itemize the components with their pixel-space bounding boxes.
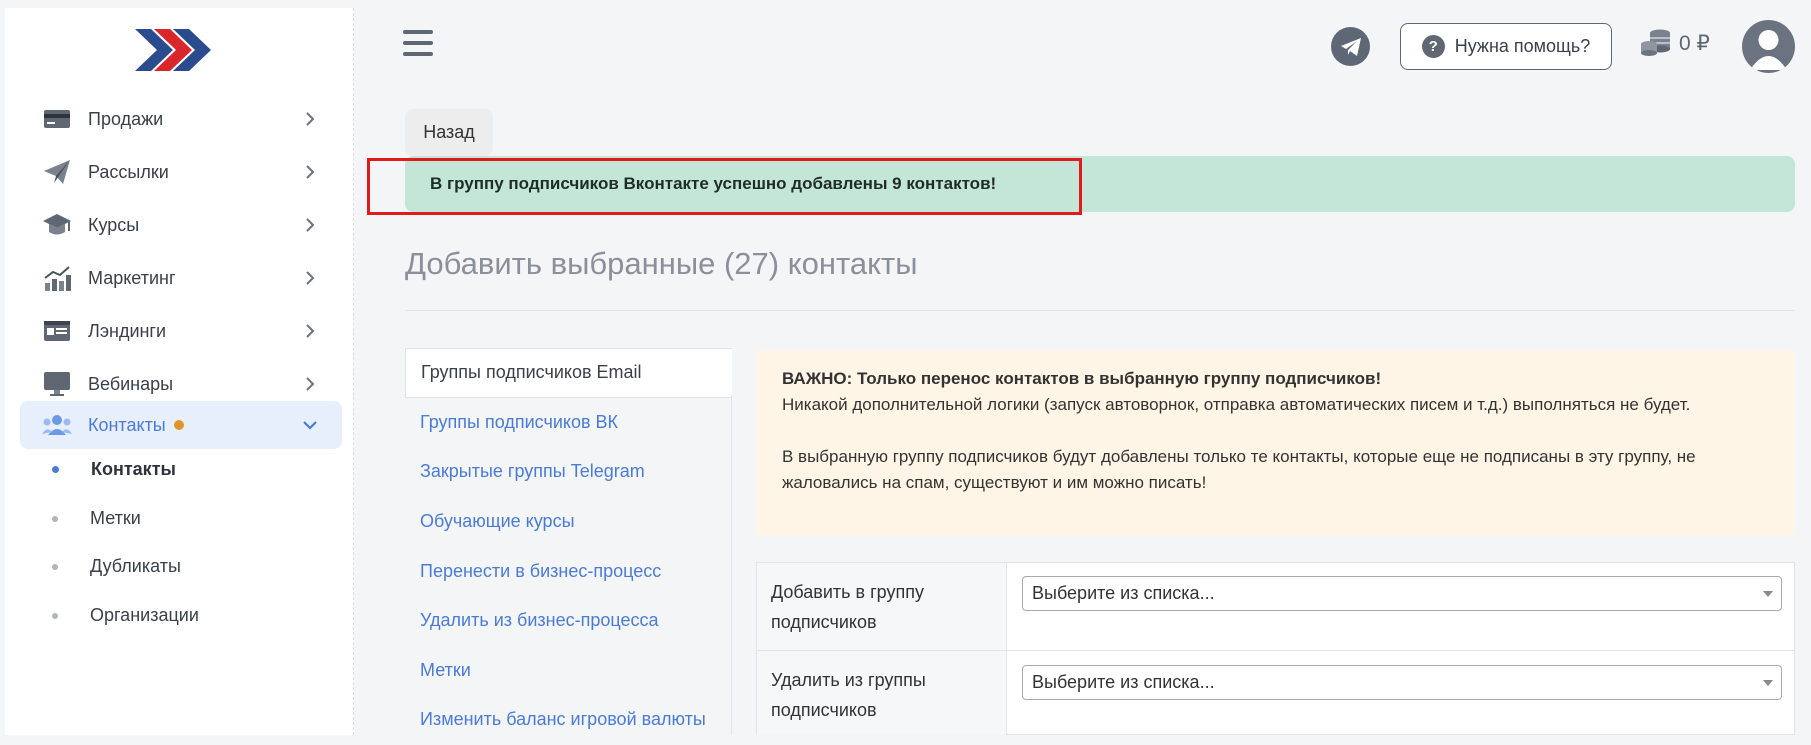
telegram-icon <box>1340 37 1361 56</box>
chart-icon <box>42 263 72 293</box>
add-group-select[interactable]: Выберите из списка... <box>1022 576 1782 611</box>
sidebar-subitem-duplicates[interactable]: Дубликаты <box>52 556 181 577</box>
tab-remove-from-process[interactable]: Удалить из бизнес-процесса <box>405 596 732 646</box>
graduation-cap-icon <box>42 210 72 240</box>
chevron-right-icon <box>306 218 315 232</box>
user-avatar-icon <box>1750 30 1787 70</box>
tab-move-to-process[interactable]: Перенести в бизнес-процесс <box>405 546 732 596</box>
sidebar-subitem-contacts[interactable]: Контакты <box>52 459 176 480</box>
sidebar-item-label: Продажи <box>88 108 164 129</box>
sidebar: Продажи Рассылки Курсы Маркетинг Лэндинг… <box>5 8 354 735</box>
sidebar-item-label: Лэндинги <box>88 320 167 341</box>
form-row-remove-group: Удалить из группы подписчиков Выберите и… <box>757 651 1794 735</box>
form-row-add-group: Добавить в группу подписчиков Выберите и… <box>757 563 1794 651</box>
balance-value: 0 ₽ <box>1679 31 1710 55</box>
sidebar-subitem-label: Контакты <box>91 459 176 479</box>
notice-line-1: Никакой дополнительной логики (запуск ав… <box>782 395 1691 414</box>
tabs-divider <box>731 395 732 735</box>
sidebar-subitem-label: Организации <box>90 605 199 625</box>
sidebar-item-courses[interactable]: Курсы <box>20 197 342 253</box>
coins-icon <box>1641 29 1670 56</box>
logo-chevrons-icon <box>135 29 211 71</box>
tab-tags[interactable]: Метки <box>405 646 732 696</box>
bullet <box>52 563 58 570</box>
chevron-down-icon <box>303 421 317 430</box>
hamburger-line <box>403 52 433 56</box>
notification-dot <box>173 420 184 430</box>
balance[interactable]: 0 ₽ <box>1640 28 1710 58</box>
back-button[interactable]: Назад <box>405 109 493 156</box>
sidebar-item-label: Маркетинг <box>88 267 176 288</box>
sidebar-subitem-tags[interactable]: Метки <box>52 508 141 529</box>
sidebar-subitem-organizations[interactable]: Организации <box>52 605 199 626</box>
sidebar-item-sales[interactable]: Продажи <box>20 91 342 147</box>
help-button[interactable]: ? Нужна помощь? <box>1400 23 1612 70</box>
sidebar-item-label: Рассылки <box>88 161 169 182</box>
telegram-button[interactable] <box>1331 27 1370 66</box>
chevron-right-icon <box>306 377 315 391</box>
sidebar-subitem-label: Дубликаты <box>90 556 181 576</box>
hamburger-line <box>403 41 433 45</box>
chevron-right-icon <box>306 271 315 285</box>
menu-toggle-button[interactable] <box>403 30 433 58</box>
tab-game-currency[interactable]: Изменить баланс игровой валюты <box>405 695 732 745</box>
sidebar-item-marketing[interactable]: Маркетинг <box>20 250 342 306</box>
hamburger-line <box>403 30 433 34</box>
help-button-label: Нужна помощь? <box>1454 36 1591 56</box>
sidebar-item-mailings[interactable]: Рассылки <box>20 144 342 200</box>
chevron-right-icon <box>306 165 315 179</box>
monitor-icon <box>42 369 72 399</box>
chevron-right-icon <box>306 112 315 126</box>
success-message: В группу подписчиков Вконтакте успешно д… <box>430 174 997 193</box>
avatar[interactable] <box>1742 20 1795 73</box>
important-notice: ВАЖНО: Только перенос контактов в выбран… <box>756 350 1795 536</box>
landing-icon <box>42 316 72 346</box>
sidebar-item-label: Курсы <box>88 214 140 235</box>
add-group-label: Добавить в группу подписчиков <box>757 563 1007 650</box>
sidebar-item-contacts[interactable]: Контакты <box>20 401 342 449</box>
bullet <box>52 612 58 619</box>
group-form: Добавить в группу подписчиков Выберите и… <box>756 562 1795 735</box>
tab-courses[interactable]: Обучающие курсы <box>405 497 732 547</box>
question-icon: ? <box>1421 35 1445 58</box>
page-title: Добавить выбранные (27) контакты <box>405 246 918 281</box>
notice-line-2: В выбранную группу подписчиков будут доб… <box>782 447 1696 492</box>
remove-group-select[interactable]: Выберите из списка... <box>1022 665 1782 700</box>
remove-group-label: Удалить из группы подписчиков <box>757 651 1007 735</box>
sidebar-item-label: Контакты <box>88 414 166 435</box>
sidebar-subitem-label: Метки <box>90 508 141 528</box>
divider <box>405 310 1795 311</box>
paper-plane-icon <box>42 157 72 187</box>
chevron-right-icon <box>306 324 315 338</box>
bullet <box>52 515 58 522</box>
select-value: Выберите из списка... <box>1032 672 1215 692</box>
tab-email-groups[interactable]: Группы подписчиков Email <box>405 348 732 398</box>
tabs-vertical: Группы подписчиков Email Группы подписчи… <box>405 348 732 745</box>
logo[interactable] <box>135 25 215 75</box>
success-alert: В группу подписчиков Вконтакте успешно д… <box>405 156 1795 212</box>
users-icon <box>42 410 72 440</box>
tab-vk-groups[interactable]: Группы подписчиков ВК <box>405 398 732 448</box>
card-icon <box>42 104 72 134</box>
bullet <box>52 466 59 473</box>
select-value: Выберите из списка... <box>1032 583 1215 603</box>
dropdown-arrow-icon <box>1763 591 1773 597</box>
dropdown-arrow-icon <box>1763 680 1773 686</box>
tab-telegram-groups[interactable]: Закрытые группы Telegram <box>405 447 732 497</box>
sidebar-item-label: Вебинары <box>88 373 174 394</box>
notice-title: ВАЖНО: Только перенос контактов в выбран… <box>782 369 1382 388</box>
sidebar-item-landings[interactable]: Лэндинги <box>20 303 342 359</box>
